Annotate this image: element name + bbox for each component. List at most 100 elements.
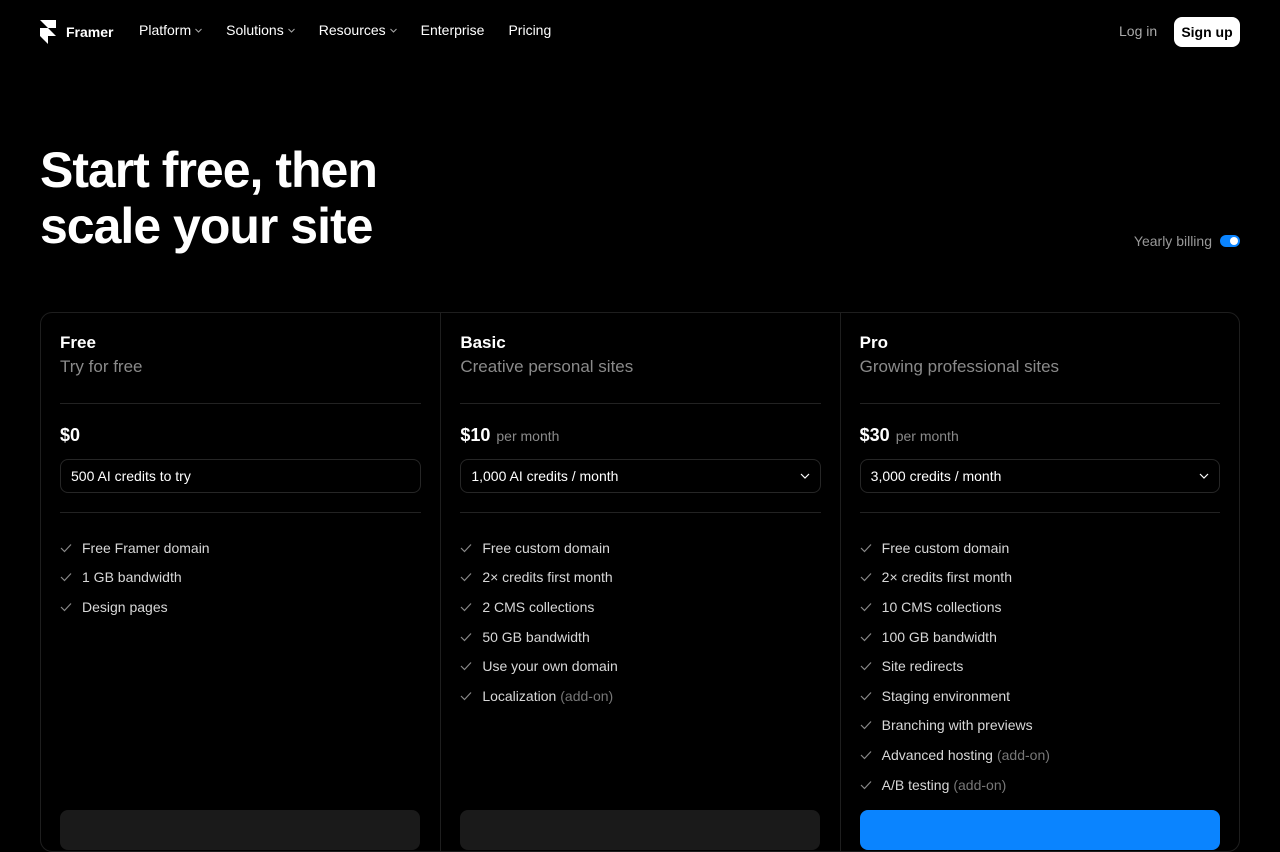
- feature-item: 50 GB bandwidth: [460, 622, 820, 652]
- nav-link-label: Solutions: [226, 22, 284, 38]
- credits-label: 500 AI credits to try: [71, 468, 191, 484]
- check-icon: [860, 751, 872, 760]
- check-icon: [860, 603, 872, 612]
- chevron-down-icon: [195, 28, 202, 33]
- page-title-line-1: Start free, then: [40, 142, 378, 198]
- feature-label: Use your own domain: [482, 658, 618, 675]
- feature-item: Advanced hosting (add-on): [860, 740, 1220, 770]
- nav-link-platform[interactable]: Platform: [139, 22, 202, 38]
- feature-item: 1 GB bandwidth: [60, 563, 421, 593]
- feature-text: Advanced hosting (add-on): [882, 747, 1050, 763]
- toggle-knob: [1230, 237, 1238, 245]
- feature-text: 1 GB bandwidth: [82, 569, 182, 585]
- nav-link-label: Pricing: [508, 22, 552, 38]
- feature-text: Use your own domain: [482, 658, 617, 674]
- feature-text: Branching with previews: [882, 717, 1033, 733]
- feature-list: Free custom domain 2× credits first month…: [460, 533, 820, 711]
- plan-description: Growing professional sites: [859, 357, 1060, 376]
- feature-label: Free custom domain: [482, 539, 610, 556]
- addon-label: (add-on): [996, 746, 1050, 763]
- check-icon: [860, 543, 872, 553]
- divider: [60, 512, 422, 513]
- feature-text: 100 GB bandwidth: [882, 629, 997, 645]
- signup-button[interactable]: Sign up: [1174, 17, 1240, 47]
- credits-select[interactable]: 3,000 credits / month: [859, 459, 1220, 493]
- plan-cta-button-free[interactable]: [60, 810, 420, 850]
- yearly-billing-toggle[interactable]: [1220, 235, 1240, 247]
- nav-link-solutions[interactable]: Solutions: [226, 22, 295, 38]
- chevron-down-icon: [1199, 473, 1209, 479]
- price-period: per month: [895, 428, 959, 444]
- plan-price: $0: [60, 425, 81, 445]
- price-row: $0: [60, 425, 421, 447]
- check-icon: [860, 573, 872, 582]
- feature-label: 2× credits first month: [881, 569, 1012, 586]
- feature-label: 50 GB bandwidth: [482, 628, 590, 645]
- brand-name: Framer: [66, 24, 114, 40]
- feature-item: 10 CMS collections: [860, 592, 1220, 622]
- feature-item: Use your own domain: [460, 651, 820, 681]
- framer-logo[interactable]: Framer: [40, 20, 113, 44]
- plan-cta-button-basic[interactable]: [460, 810, 821, 850]
- feature-text: Design pages: [82, 599, 168, 615]
- feature-text: Localization (add-on): [482, 688, 613, 704]
- feature-item: A/B testing (add-on): [860, 770, 1220, 800]
- feature-item: Free custom domain: [860, 533, 1220, 563]
- plan-price: $10: [460, 425, 491, 445]
- feature-label: A/B testing: [881, 776, 950, 793]
- feature-text: Free Framer domain: [82, 540, 210, 556]
- feature-text: Free custom domain: [882, 540, 1010, 556]
- chevron-down-icon: [800, 473, 810, 479]
- feature-label: Free Framer domain: [82, 539, 210, 556]
- check-icon: [460, 691, 472, 701]
- feature-text: Staging environment: [882, 688, 1010, 704]
- nav-link-enterprise[interactable]: Enterprise: [421, 22, 485, 38]
- feature-item: Design pages: [60, 592, 421, 622]
- credits-label: 3,000 credits / month: [870, 468, 1002, 484]
- credits-select[interactable]: 1,000 AI credits / month: [460, 459, 821, 493]
- feature-item: Site redirects: [860, 651, 1220, 681]
- credits-box: 500 AI credits to try: [60, 459, 422, 493]
- check-icon: [860, 662, 872, 671]
- check-icon: [860, 632, 872, 641]
- feature-item: 2× credits first month: [460, 563, 820, 593]
- chevron-down-icon: [287, 28, 295, 33]
- plan-price: $30: [859, 425, 890, 445]
- feature-item: 2× credits first month: [860, 563, 1220, 593]
- feature-label: Design pages: [82, 598, 168, 615]
- feature-label: 2 CMS collections: [482, 598, 595, 615]
- billing-label: Yearly billing: [1133, 233, 1212, 249]
- feature-text: A/B testing (add-on): [882, 777, 1007, 793]
- check-icon: [60, 603, 72, 612]
- feature-label: 10 CMS collections: [881, 598, 1002, 615]
- check-icon: [60, 573, 72, 582]
- feature-text: 50 GB bandwidth: [482, 629, 589, 645]
- feature-item: 100 GB bandwidth: [860, 622, 1220, 652]
- nav-link-resources[interactable]: Resources: [319, 22, 397, 38]
- plan-card-free: Free Try for free $0 500 AI credits to try F…: [41, 313, 440, 851]
- chevron-down-icon: [389, 28, 397, 33]
- nav-link-label: Platform: [139, 22, 192, 38]
- divider: [460, 512, 821, 513]
- feature-label: 2× credits first month: [482, 569, 613, 586]
- nav-link-pricing[interactable]: Pricing: [508, 22, 551, 38]
- feature-label: Site redirects: [881, 658, 964, 675]
- nav-link-label: Enterprise: [420, 22, 485, 38]
- check-icon: [60, 543, 72, 553]
- framer-logo-icon: [40, 20, 56, 44]
- divider: [859, 512, 1220, 513]
- plan-cta-button-pro[interactable]: [859, 810, 1220, 850]
- plan-description: Creative personal sites: [460, 357, 634, 376]
- check-icon: [460, 632, 472, 641]
- check-icon: [460, 603, 472, 612]
- feature-list: Free Framer domain 1 GB bandwidth Design p…: [60, 533, 421, 622]
- login-link[interactable]: Log in: [1119, 23, 1157, 39]
- price-row: $10 per month: [460, 425, 820, 447]
- check-icon: [860, 780, 872, 789]
- feature-text: 2× credits first month: [482, 569, 612, 585]
- feature-item: Free Framer domain: [60, 533, 421, 563]
- feature-text: Site redirects: [882, 658, 964, 674]
- feature-label: Localization: [482, 687, 557, 704]
- check-icon: [860, 691, 872, 701]
- feature-text: Free custom domain: [482, 540, 610, 556]
